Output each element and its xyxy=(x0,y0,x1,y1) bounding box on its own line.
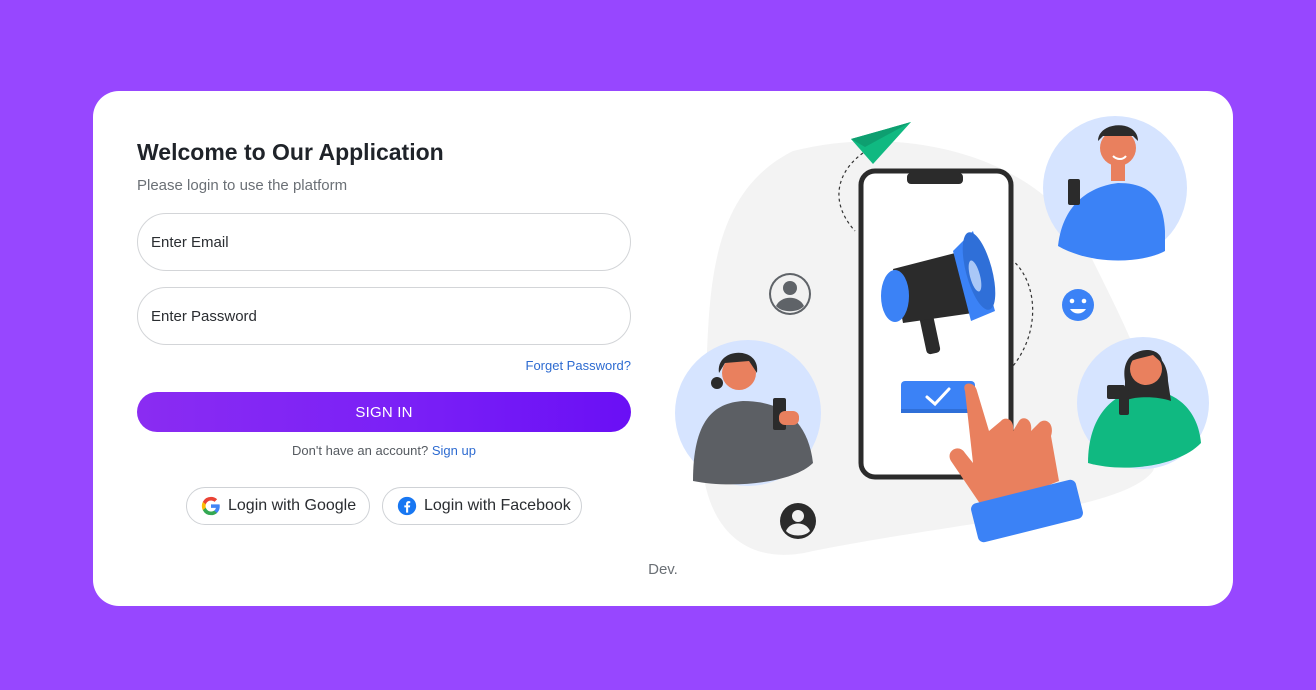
smiley-icon xyxy=(1062,289,1094,321)
man-avatar-circle xyxy=(1043,116,1187,261)
user-icon xyxy=(769,273,811,315)
woman-avatar-left xyxy=(675,340,821,486)
marketing-illustration xyxy=(675,116,1209,555)
checkmark-icon xyxy=(901,381,975,413)
user-icon-bottom xyxy=(780,503,816,539)
footer-credit: Dev. xyxy=(648,561,678,578)
login-card: Welcome to Our Application Please login … xyxy=(93,91,1233,606)
woman-avatar-right xyxy=(1077,337,1209,469)
